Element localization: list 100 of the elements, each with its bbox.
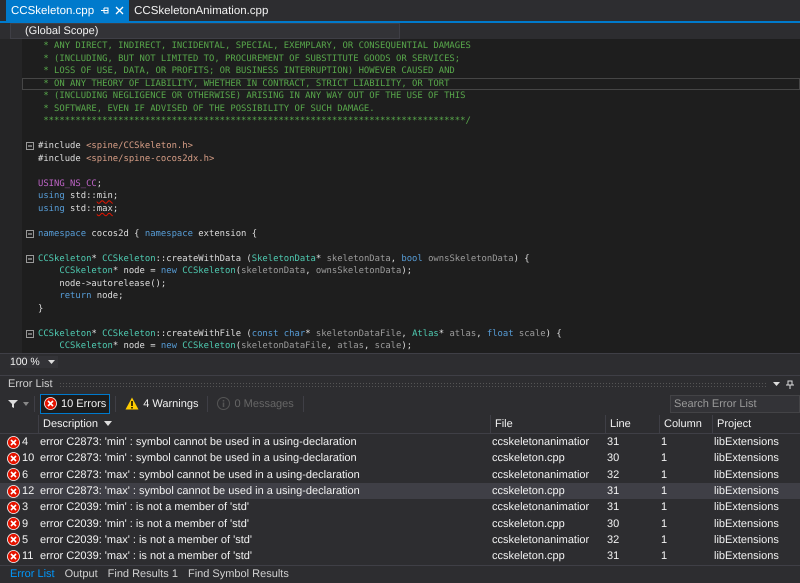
line-number: 30 bbox=[607, 452, 620, 464]
project-name: libExtensions bbox=[714, 485, 779, 498]
code-line: #include <spine/CCSkeleton.h> bbox=[38, 140, 193, 152]
column-number: 1 bbox=[661, 518, 668, 530]
file-name: ccskeletonanimatior bbox=[492, 501, 590, 514]
code-line: *******************************************************************************/ bbox=[42, 115, 471, 128]
project-name: libExtensions bbox=[714, 534, 779, 546]
error-number: 12 bbox=[22, 485, 34, 498]
error-description: error C2039: 'min' : is not a member of 'std' bbox=[40, 501, 249, 514]
code-line: namespace cocos2d { namespace extension { bbox=[38, 228, 258, 240]
info-icon bbox=[217, 397, 230, 410]
column-number: 1 bbox=[661, 468, 668, 481]
code-line: CCSkeleton* CCSkeleton::createWithData (SkeletonData* skeletonData, bool ownsSkeletonData) { bbox=[38, 252, 530, 265]
caret-icon bbox=[48, 360, 55, 364]
panel-tab[interactable]: Find Symbol Results bbox=[188, 568, 289, 580]
column-header[interactable]: File bbox=[490, 414, 605, 433]
warning-icon bbox=[125, 397, 140, 410]
editor-tab[interactable]: CCSkeletonAnimation.cpp bbox=[129, 0, 274, 22]
file-name: ccskeleton.cpp bbox=[492, 485, 565, 498]
error-number: 4 bbox=[22, 436, 28, 448]
error-description: error C2873: 'max' : symbol cannot be used in a using-declaration bbox=[40, 468, 360, 481]
line-number: 32 bbox=[607, 534, 620, 546]
file-name: ccskeletonanimatior bbox=[492, 534, 590, 546]
error-description: error C2039: 'min' : is not a member of 'std' bbox=[40, 518, 249, 530]
project-name: libExtensions bbox=[714, 468, 779, 481]
line-number: 30 bbox=[607, 518, 620, 530]
column-number: 1 bbox=[661, 501, 668, 514]
search-field[interactable]: Search Error List bbox=[670, 394, 800, 413]
code-line: * (INCLUDING, BUT NOT LIMITED TO, PROCUREMENT OF SUBSTITUTE GOODS OR SERVICES; bbox=[42, 52, 460, 65]
caret-icon[interactable] bbox=[773, 382, 780, 386]
column-header[interactable]: Project bbox=[712, 414, 800, 433]
scope-dropdown[interactable]: (Global Scope) bbox=[10, 22, 400, 40]
error-description: error C2039: 'max' : is not a member of 'std' bbox=[40, 550, 252, 562]
error-row[interactable]: 12 error C2873: 'max' : symbol cannot be used in a using-declaration ccskeleton.cpp 31 1 libExtensions bbox=[0, 482, 800, 500]
error-icon bbox=[7, 533, 20, 546]
project-name: libExtensions bbox=[714, 501, 779, 514]
error-row[interactable]: 4 error C2873: 'min' : symbol cannot be used in a using-declaration ccskeletonanimatior 31 1 libExtensions bbox=[0, 434, 800, 450]
sort-arrow-icon bbox=[104, 421, 112, 426]
error-row[interactable]: 9 error C2039: 'min' : is not a member of 'std' ccskeleton.cpp 30 1 libExtensions bbox=[0, 515, 800, 532]
line-number: 31 bbox=[607, 501, 620, 514]
zoom-dropdown[interactable]: 100 % bbox=[10, 356, 58, 368]
column-header[interactable]: Column bbox=[659, 414, 712, 433]
close-icon[interactable] bbox=[115, 6, 124, 16]
error-icon bbox=[7, 484, 20, 498]
filter-button[interactable]: 4 Warnings bbox=[121, 394, 202, 414]
code-line: return node; bbox=[58, 290, 124, 302]
file-name: ccskeletonanimatior bbox=[492, 436, 590, 448]
pin-icon[interactable] bbox=[786, 380, 794, 389]
error-number: 5 bbox=[22, 534, 28, 546]
error-number: 10 bbox=[22, 452, 34, 464]
line-number: 31 bbox=[607, 485, 620, 498]
error-icon bbox=[7, 436, 20, 449]
code-line: * ON ANY THEORY OF LIABILITY, WHETHER IN CONTRACT, STRICT LIABILITY, OR TORT bbox=[42, 78, 450, 90]
filter-button[interactable]: 10 Errors bbox=[40, 394, 110, 414]
error-number: 9 bbox=[22, 518, 28, 530]
code-line: #include <spine/spine-cocos2dx.h> bbox=[38, 152, 214, 165]
code-line: * (INCLUDING NEGLIGENCE OR OTHERWISE) ARISING IN ANY WAY OUT OF THE USE OF THIS bbox=[42, 90, 466, 102]
file-name: ccskeleton.cpp bbox=[492, 518, 565, 530]
panel-tab[interactable]: Error List bbox=[10, 568, 55, 580]
column-header[interactable]: Line bbox=[605, 414, 659, 433]
project-name: libExtensions bbox=[714, 436, 779, 448]
error-description: error C2873: 'min' : symbol cannot be used in a using-declaration bbox=[40, 452, 357, 464]
project-name: libExtensions bbox=[714, 550, 779, 562]
collapse-icon[interactable] bbox=[26, 330, 34, 338]
file-name: ccskeleton.cpp bbox=[492, 452, 565, 464]
error-row[interactable]: 6 error C2873: 'max' : symbol cannot be used in a using-declaration ccskeletonanimatior 32 1 libExtensions bbox=[0, 466, 800, 483]
project-name: libExtensions bbox=[714, 452, 779, 464]
error-row[interactable]: 11 error C2039: 'max' : is not a member of 'std' ccskeleton.cpp 31 1 libExtensions bbox=[0, 548, 800, 564]
code-line: } bbox=[38, 302, 44, 315]
project-name: libExtensions bbox=[714, 518, 779, 530]
error-number: 11 bbox=[22, 550, 34, 562]
error-description: error C2873: 'min' : symbol cannot be used in a using-declaration bbox=[40, 436, 357, 448]
line-number: 31 bbox=[607, 436, 620, 448]
file-name: ccskeletonanimatior bbox=[492, 468, 590, 481]
panel-tab[interactable]: Find Results 1 bbox=[108, 568, 178, 580]
code-line: * ANY DIRECT, INDIRECT, INCIDENTAL, SPECIAL, EXEMPLARY, OR CONSEQUENTIAL DAMAGES bbox=[42, 40, 471, 52]
editor-tab[interactable]: CCSkeleton.cpp bbox=[6, 0, 130, 22]
code-line: CCSkeleton* node = new CCSkeleton(skeletonDataFile, atlas, scale); bbox=[58, 340, 412, 352]
collapse-icon[interactable] bbox=[26, 230, 34, 238]
code-line: USING_NS_CC; bbox=[38, 178, 102, 190]
collapse-icon[interactable] bbox=[26, 142, 34, 150]
panel-title: Error List bbox=[8, 378, 53, 390]
column-header[interactable]: Description bbox=[38, 414, 490, 433]
filter-icon[interactable] bbox=[8, 398, 18, 409]
line-number: 32 bbox=[607, 468, 620, 481]
code-line: node->autorelease(); bbox=[58, 278, 166, 290]
panel-tab[interactable]: Output bbox=[64, 568, 98, 580]
file-name: ccskeleton.cpp bbox=[492, 550, 565, 562]
error-row[interactable]: 3 error C2039: 'min' : is not a member of 'std' ccskeletonanimatior 31 1 libExtensions bbox=[0, 499, 800, 516]
column-number: 1 bbox=[661, 485, 668, 498]
collapse-icon[interactable] bbox=[26, 254, 34, 263]
error-description: error C2039: 'max' : is not a member of 'std' bbox=[40, 534, 252, 546]
line-number: 31 bbox=[607, 550, 620, 562]
error-icon bbox=[44, 397, 57, 410]
error-row[interactable]: 10 error C2873: 'min' : symbol cannot be used in a using-declaration ccskeleton.cpp 30 1 libExtensions bbox=[0, 450, 800, 467]
error-number: 3 bbox=[22, 501, 28, 514]
code-line: * SOFTWARE, EVEN IF ADVISED OF THE POSSIBILITY OF SUCH DAMAGE. bbox=[42, 102, 375, 115]
column-number: 1 bbox=[661, 534, 668, 546]
error-row[interactable]: 5 error C2039: 'max' : is not a member of 'std' ccskeletonanimatior 32 1 libExtensions bbox=[0, 532, 800, 548]
error-icon bbox=[7, 500, 20, 514]
